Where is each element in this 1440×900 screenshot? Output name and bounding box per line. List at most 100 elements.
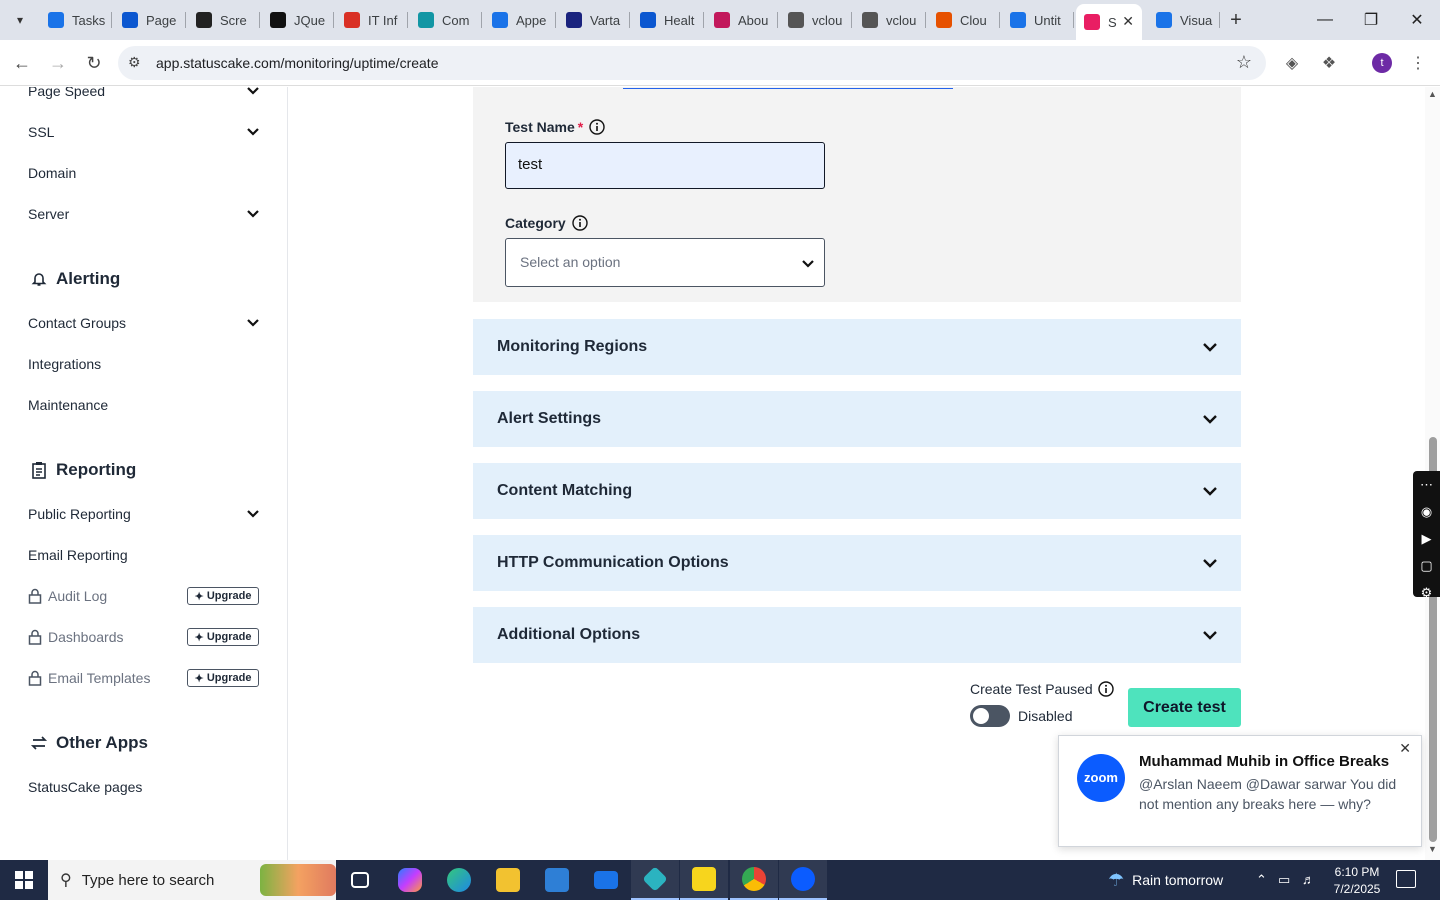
chevron-down-icon[interactable] xyxy=(244,505,262,523)
mail-icon[interactable] xyxy=(582,860,630,900)
browser-tab[interactable]: Healt xyxy=(632,4,704,36)
browser-tab[interactable]: Varta xyxy=(558,4,630,36)
show-hidden-icons-icon[interactable]: ⌃ xyxy=(1256,872,1267,888)
sidebar-item-statuscake-pages[interactable]: StatusCake pages xyxy=(28,779,142,795)
browser-menu-icon[interactable]: ⋮ xyxy=(1406,51,1430,75)
sidebar-item-domain[interactable]: Domain xyxy=(28,165,76,181)
browser-tab[interactable]: vclou xyxy=(854,4,926,36)
upgrade-badge[interactable]: ✦ Upgrade xyxy=(187,669,259,687)
browser-tab[interactable]: JQue xyxy=(262,4,334,36)
browser-tab[interactable]: Visua xyxy=(1148,4,1220,36)
camera-icon[interactable]: ◉ xyxy=(1413,498,1440,525)
create-test-button[interactable]: Create test xyxy=(1128,688,1241,727)
sidebar-item-integrations[interactable]: Integrations xyxy=(28,356,101,372)
scroll-down-arrow-icon[interactable]: ▼ xyxy=(1428,844,1437,854)
weather-widget[interactable]: ☂ Rain tomorrow xyxy=(1108,860,1223,900)
category-select[interactable]: Select an option xyxy=(505,238,825,287)
browser-tab[interactable]: S ✕ xyxy=(1076,4,1142,40)
zoom-taskbar-icon[interactable] xyxy=(779,860,827,900)
address-bar[interactable]: ⚙ app.statuscake.com/monitoring/uptime/c… xyxy=(118,46,1266,80)
translate-icon[interactable]: ◈ xyxy=(1280,51,1304,75)
sidebar-item-email-reporting[interactable]: Email Reporting xyxy=(28,547,128,563)
app-icon[interactable] xyxy=(631,860,679,900)
volume-icon[interactable]: ♬ xyxy=(1302,872,1315,887)
browser-tab[interactable]: Clou xyxy=(928,4,1000,36)
taskbar-clock[interactable]: 6:10 PM 7/2/2025 xyxy=(1332,864,1382,898)
info-icon[interactable] xyxy=(589,119,605,135)
extensions-icon[interactable]: ❖ xyxy=(1317,51,1341,75)
sidebar-item-server[interactable]: Server xyxy=(28,206,69,222)
more-icon[interactable]: ⋯ xyxy=(1413,471,1440,498)
windows-start-icon[interactable] xyxy=(0,860,48,900)
info-icon[interactable] xyxy=(571,215,588,231)
browser-tab[interactable]: Appe xyxy=(484,4,556,36)
store-icon[interactable] xyxy=(533,860,581,900)
scroll-up-arrow-icon[interactable]: ▲ xyxy=(1428,89,1437,99)
tab-close-icon[interactable]: ✕ xyxy=(1122,13,1134,30)
close-icon[interactable]: ✕ xyxy=(1399,740,1411,757)
taskbar-search-text: Type here to search xyxy=(81,871,215,889)
upgrade-badge[interactable]: ✦ Upgrade xyxy=(187,587,259,605)
sticky-notes-icon[interactable] xyxy=(680,860,728,900)
maximize-icon[interactable]: ❐ xyxy=(1348,0,1394,40)
sidebar-item-contact-groups[interactable]: Contact Groups xyxy=(28,315,126,331)
browser-tab[interactable]: Untit xyxy=(1002,4,1074,36)
tab-favicon-icon xyxy=(122,12,138,28)
taskbar-search[interactable]: ⚲ Type here to search xyxy=(48,860,336,900)
back-icon[interactable]: ← xyxy=(8,49,36,77)
browser-tab[interactable]: Abou xyxy=(706,4,778,36)
window-close-icon[interactable]: ✕ xyxy=(1394,0,1440,40)
sidebar-item-audit-log[interactable]: Audit Log xyxy=(28,588,107,604)
category-label: Category xyxy=(505,215,588,231)
tab-search-icon[interactable]: ▾ xyxy=(6,6,34,34)
settings-gear-icon[interactable]: ⚙ xyxy=(1413,579,1440,606)
test-name-input[interactable]: test xyxy=(505,142,825,189)
bookmark-star-icon[interactable]: ☆ xyxy=(1236,52,1252,73)
accordion-alert-settings[interactable]: Alert Settings xyxy=(473,391,1241,447)
sidebar-item-maintenance[interactable]: Maintenance xyxy=(28,397,108,413)
copilot-icon[interactable] xyxy=(386,860,434,900)
browser-tab[interactable]: Page xyxy=(114,4,186,36)
tab-separator xyxy=(703,12,704,28)
edge-icon[interactable] xyxy=(435,860,483,900)
task-view-icon[interactable] xyxy=(336,860,384,900)
zoom-notification[interactable]: zoom Muhammad Muhib in Office Breaks @Ar… xyxy=(1058,735,1422,847)
chevron-down-icon[interactable] xyxy=(244,87,262,100)
sidebar-item-email-templates[interactable]: Email Templates xyxy=(28,670,150,686)
accordion-monitoring-regions[interactable]: Monitoring Regions xyxy=(473,319,1241,375)
accordion-content-matching[interactable]: Content Matching xyxy=(473,463,1241,519)
browser-tab[interactable]: vclou xyxy=(780,4,852,36)
chrome-icon[interactable] xyxy=(730,860,778,900)
window-icon[interactable]: ▢ xyxy=(1413,552,1440,579)
site-info-icon[interactable]: ⚙ xyxy=(128,54,141,71)
forward-icon[interactable]: → xyxy=(44,49,72,77)
link-underline[interactable] xyxy=(623,87,953,89)
sidebar-item-ssl[interactable]: SSL xyxy=(28,124,54,140)
chevron-down-icon[interactable] xyxy=(244,205,262,223)
chevron-down-icon[interactable] xyxy=(244,314,262,332)
minimize-icon[interactable]: — xyxy=(1302,0,1348,40)
browser-tab[interactable]: IT Inf xyxy=(336,4,408,36)
sidebar-item-page-speed[interactable]: Page Speed xyxy=(28,87,105,99)
url-text[interactable]: app.statuscake.com/monitoring/uptime/cre… xyxy=(156,55,438,71)
network-icon[interactable]: ▭ xyxy=(1278,872,1290,888)
info-icon[interactable] xyxy=(1098,681,1114,697)
accordion-additional-options[interactable]: Additional Options xyxy=(473,607,1241,663)
notification-center-icon[interactable] xyxy=(1396,870,1416,888)
new-tab-button[interactable]: + xyxy=(1224,8,1248,32)
reload-icon[interactable]: ↻ xyxy=(80,49,108,77)
sidebar-item-public-reporting[interactable]: Public Reporting xyxy=(28,506,131,522)
browser-tab[interactable]: Scre xyxy=(188,4,260,36)
browser-tab[interactable]: Com xyxy=(410,4,482,36)
tab-separator xyxy=(851,12,852,28)
sidebar-item-dashboards[interactable]: Dashboards xyxy=(28,629,124,645)
upgrade-badge[interactable]: ✦ Upgrade xyxy=(187,628,259,646)
paused-toggle[interactable] xyxy=(970,705,1010,727)
file-explorer-icon[interactable] xyxy=(484,860,532,900)
browser-tab[interactable]: Tasks xyxy=(40,4,112,36)
tab-separator xyxy=(111,12,112,28)
accordion-http-communication-options[interactable]: HTTP Communication Options xyxy=(473,535,1241,591)
profile-avatar[interactable]: t xyxy=(1372,53,1392,73)
chevron-down-icon[interactable] xyxy=(244,123,262,141)
video-icon[interactable]: ▶ xyxy=(1413,525,1440,552)
